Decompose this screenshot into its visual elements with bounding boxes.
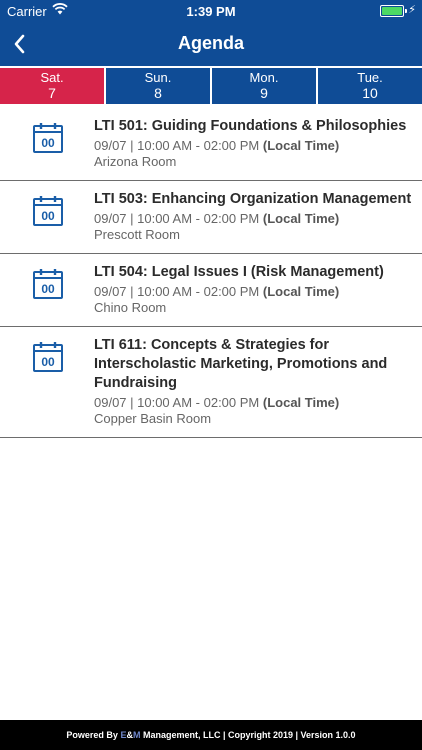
svg-text:00: 00 xyxy=(41,282,55,296)
session-time: 09/07 | 10:00 AM - 02:00 PM (Local Time) xyxy=(94,284,340,299)
list-item[interactable]: 00 LTI 503: Enhancing Organization Manag… xyxy=(0,181,422,254)
status-time: 1:39 PM xyxy=(186,4,236,19)
svg-text:00: 00 xyxy=(41,355,55,369)
session-title: LTI 501: Guiding Foundations & Philosoph… xyxy=(94,118,407,134)
day-number: 7 xyxy=(48,85,56,101)
calendar-icon: 00 xyxy=(32,341,64,373)
session-room: Prescott Room xyxy=(94,227,180,242)
day-tab-mon[interactable]: Mon. 9 xyxy=(212,68,316,104)
session-room: Copper Basin Room xyxy=(94,411,212,426)
session-title: LTI 503: Enhancing Organization Manageme… xyxy=(94,191,412,207)
status-bar: Carrier 1:39 PM ⚡ xyxy=(0,0,422,22)
day-name: Mon. xyxy=(249,70,279,85)
charging-icon: ⚡ xyxy=(408,4,416,16)
session-title: LTI 611: Concepts & Strategies for Inter… xyxy=(94,337,388,391)
svg-text:00: 00 xyxy=(41,136,55,150)
calendar-icon: 00 xyxy=(32,195,64,227)
footer-copyright: Powered By E&M Management, LLC | Copyrig… xyxy=(0,720,422,750)
session-time: 09/07 | 10:00 AM - 02:00 PM (Local Time) xyxy=(94,138,340,153)
list-item[interactable]: 00 LTI 501: Guiding Foundations & Philos… xyxy=(0,108,422,181)
day-tab-tue[interactable]: Tue. 10 xyxy=(318,68,422,104)
list-item[interactable]: 00 LTI 611: Concepts & Strategies for In… xyxy=(0,327,422,438)
day-name: Tue. xyxy=(357,70,383,85)
day-number: 8 xyxy=(154,85,162,101)
session-room: Chino Room xyxy=(94,300,167,315)
day-tab-sun[interactable]: Sun. 8 xyxy=(106,68,210,104)
day-tab-sat[interactable]: Sat. 7 xyxy=(0,68,104,104)
svg-text:00: 00 xyxy=(41,209,55,223)
session-title: LTI 504: Legal Issues I (Risk Management… xyxy=(94,264,384,280)
header: Carrier 1:39 PM ⚡ Agenda xyxy=(0,0,422,66)
day-selector: Sat. 7 Sun. 8 Mon. 9 Tue. 10 xyxy=(0,68,422,106)
session-time: 09/07 | 10:00 AM - 02:00 PM (Local Time) xyxy=(94,211,340,226)
battery-icon xyxy=(380,5,407,17)
day-number: 9 xyxy=(260,85,268,101)
day-name: Sat. xyxy=(40,70,64,85)
session-list: 00 LTI 501: Guiding Foundations & Philos… xyxy=(0,108,422,438)
day-name: Sun. xyxy=(144,70,172,85)
list-item[interactable]: 00 LTI 504: Legal Issues I (Risk Managem… xyxy=(0,254,422,327)
navigation-bar: Agenda xyxy=(0,22,422,66)
day-number: 10 xyxy=(362,85,378,101)
page-title: Agenda xyxy=(177,33,244,53)
calendar-icon: 00 xyxy=(32,268,64,300)
session-room: Arizona Room xyxy=(94,154,177,169)
session-time: 09/07 | 10:00 AM - 02:00 PM (Local Time) xyxy=(94,395,340,410)
calendar-icon: 00 xyxy=(32,122,64,154)
